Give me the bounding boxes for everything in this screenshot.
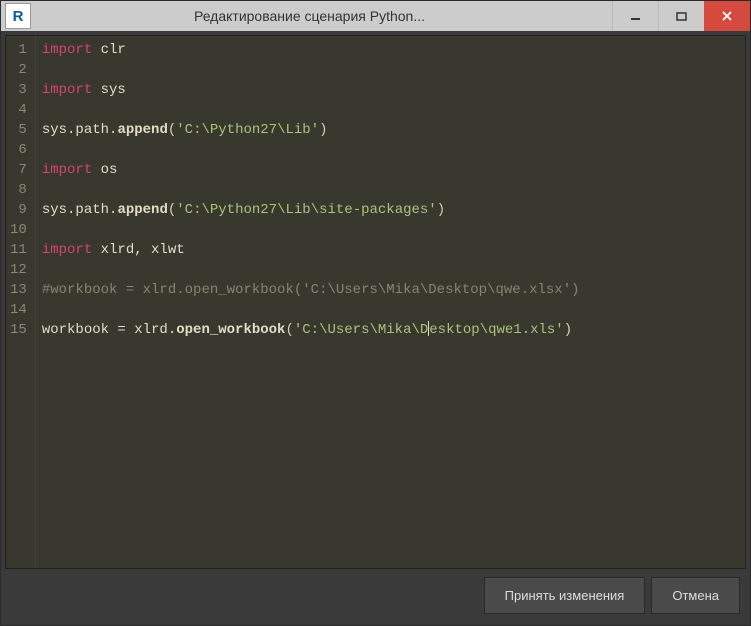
code-editor[interactable]: 123456789101112131415 import clr import … <box>5 35 746 569</box>
code-line[interactable] <box>42 300 580 320</box>
token-fn: open_workbook <box>176 322 285 338</box>
token-str: 'C:\Python27\Lib\site-packages' <box>176 202 436 218</box>
code-line[interactable]: #workbook = xlrd.open_workbook('C:\Users… <box>42 280 580 300</box>
line-number: 3 <box>8 80 31 100</box>
app-icon: R <box>5 3 31 29</box>
token-punc: ( <box>168 202 176 218</box>
token-id: sys.path. <box>42 202 118 218</box>
line-number: 12 <box>8 260 31 280</box>
line-number: 8 <box>8 180 31 200</box>
token-kw: import <box>42 242 101 258</box>
code-line[interactable] <box>42 260 580 280</box>
token-punc: ( <box>168 122 176 138</box>
accept-button[interactable]: Принять изменения <box>484 577 646 614</box>
code-line[interactable]: import sys <box>42 80 580 100</box>
line-number: 9 <box>8 200 31 220</box>
code-area[interactable]: import clr import sys sys.path.append('C… <box>36 36 586 568</box>
minimize-icon <box>630 11 641 22</box>
token-id: sys <box>101 82 126 98</box>
code-line[interactable] <box>42 140 580 160</box>
code-line[interactable]: sys.path.append('C:\Python27\Lib\site-pa… <box>42 200 580 220</box>
token-id: sys.path. <box>42 122 118 138</box>
token-str: esktop\qwe1.xls' <box>429 322 563 338</box>
line-number: 2 <box>8 60 31 80</box>
dialog-button-bar: Принять изменения Отмена <box>5 569 746 621</box>
line-number: 15 <box>8 320 31 340</box>
titlebar[interactable]: R Редактирование сценария Python... <box>1 1 750 31</box>
code-line[interactable]: import clr <box>42 40 580 60</box>
maximize-icon <box>676 11 687 22</box>
minimize-button[interactable] <box>612 1 658 31</box>
token-punc: ) <box>437 202 445 218</box>
code-line[interactable] <box>42 180 580 200</box>
code-line[interactable] <box>42 60 580 80</box>
token-id: clr <box>101 42 126 58</box>
line-number: 6 <box>8 140 31 160</box>
line-number: 4 <box>8 100 31 120</box>
token-str: 'C:\Python27\Lib' <box>176 122 319 138</box>
token-id: xlrd, xlwt <box>101 242 185 258</box>
line-number: 11 <box>8 240 31 260</box>
python-editor-window: R Редактирование сценария Python... 1234… <box>0 0 751 626</box>
token-punc: ) <box>319 122 327 138</box>
editor-container: 123456789101112131415 import clr import … <box>1 31 750 625</box>
token-id: workbook = xlrd. <box>42 322 176 338</box>
close-button[interactable] <box>704 1 750 31</box>
code-line[interactable]: sys.path.append('C:\Python27\Lib') <box>42 120 580 140</box>
token-fn: append <box>117 202 167 218</box>
token-id: os <box>101 162 118 178</box>
line-number: 1 <box>8 40 31 60</box>
code-line[interactable] <box>42 100 580 120</box>
code-line[interactable] <box>42 220 580 240</box>
line-number: 14 <box>8 300 31 320</box>
line-number: 10 <box>8 220 31 240</box>
line-number-gutter: 123456789101112131415 <box>6 36 36 568</box>
maximize-button[interactable] <box>658 1 704 31</box>
app-icon-letter: R <box>13 8 24 25</box>
cancel-button[interactable]: Отмена <box>651 577 740 614</box>
token-fn: append <box>117 122 167 138</box>
window-title: Редактирование сценария Python... <box>37 8 612 24</box>
token-cm: #workbook = xlrd.open_workbook('C:\Users… <box>42 282 580 298</box>
token-str: 'C:\Users\Mika\D <box>294 322 428 338</box>
code-line[interactable]: workbook = xlrd.open_workbook('C:\Users\… <box>42 320 580 340</box>
token-kw: import <box>42 42 101 58</box>
code-line[interactable]: import os <box>42 160 580 180</box>
code-line[interactable]: import xlrd, xlwt <box>42 240 580 260</box>
line-number: 13 <box>8 280 31 300</box>
line-number: 7 <box>8 160 31 180</box>
token-kw: import <box>42 162 101 178</box>
close-icon <box>721 10 733 22</box>
token-punc: ) <box>564 322 572 338</box>
token-kw: import <box>42 82 101 98</box>
line-number: 5 <box>8 120 31 140</box>
window-controls <box>612 1 750 31</box>
token-punc: ( <box>285 322 293 338</box>
